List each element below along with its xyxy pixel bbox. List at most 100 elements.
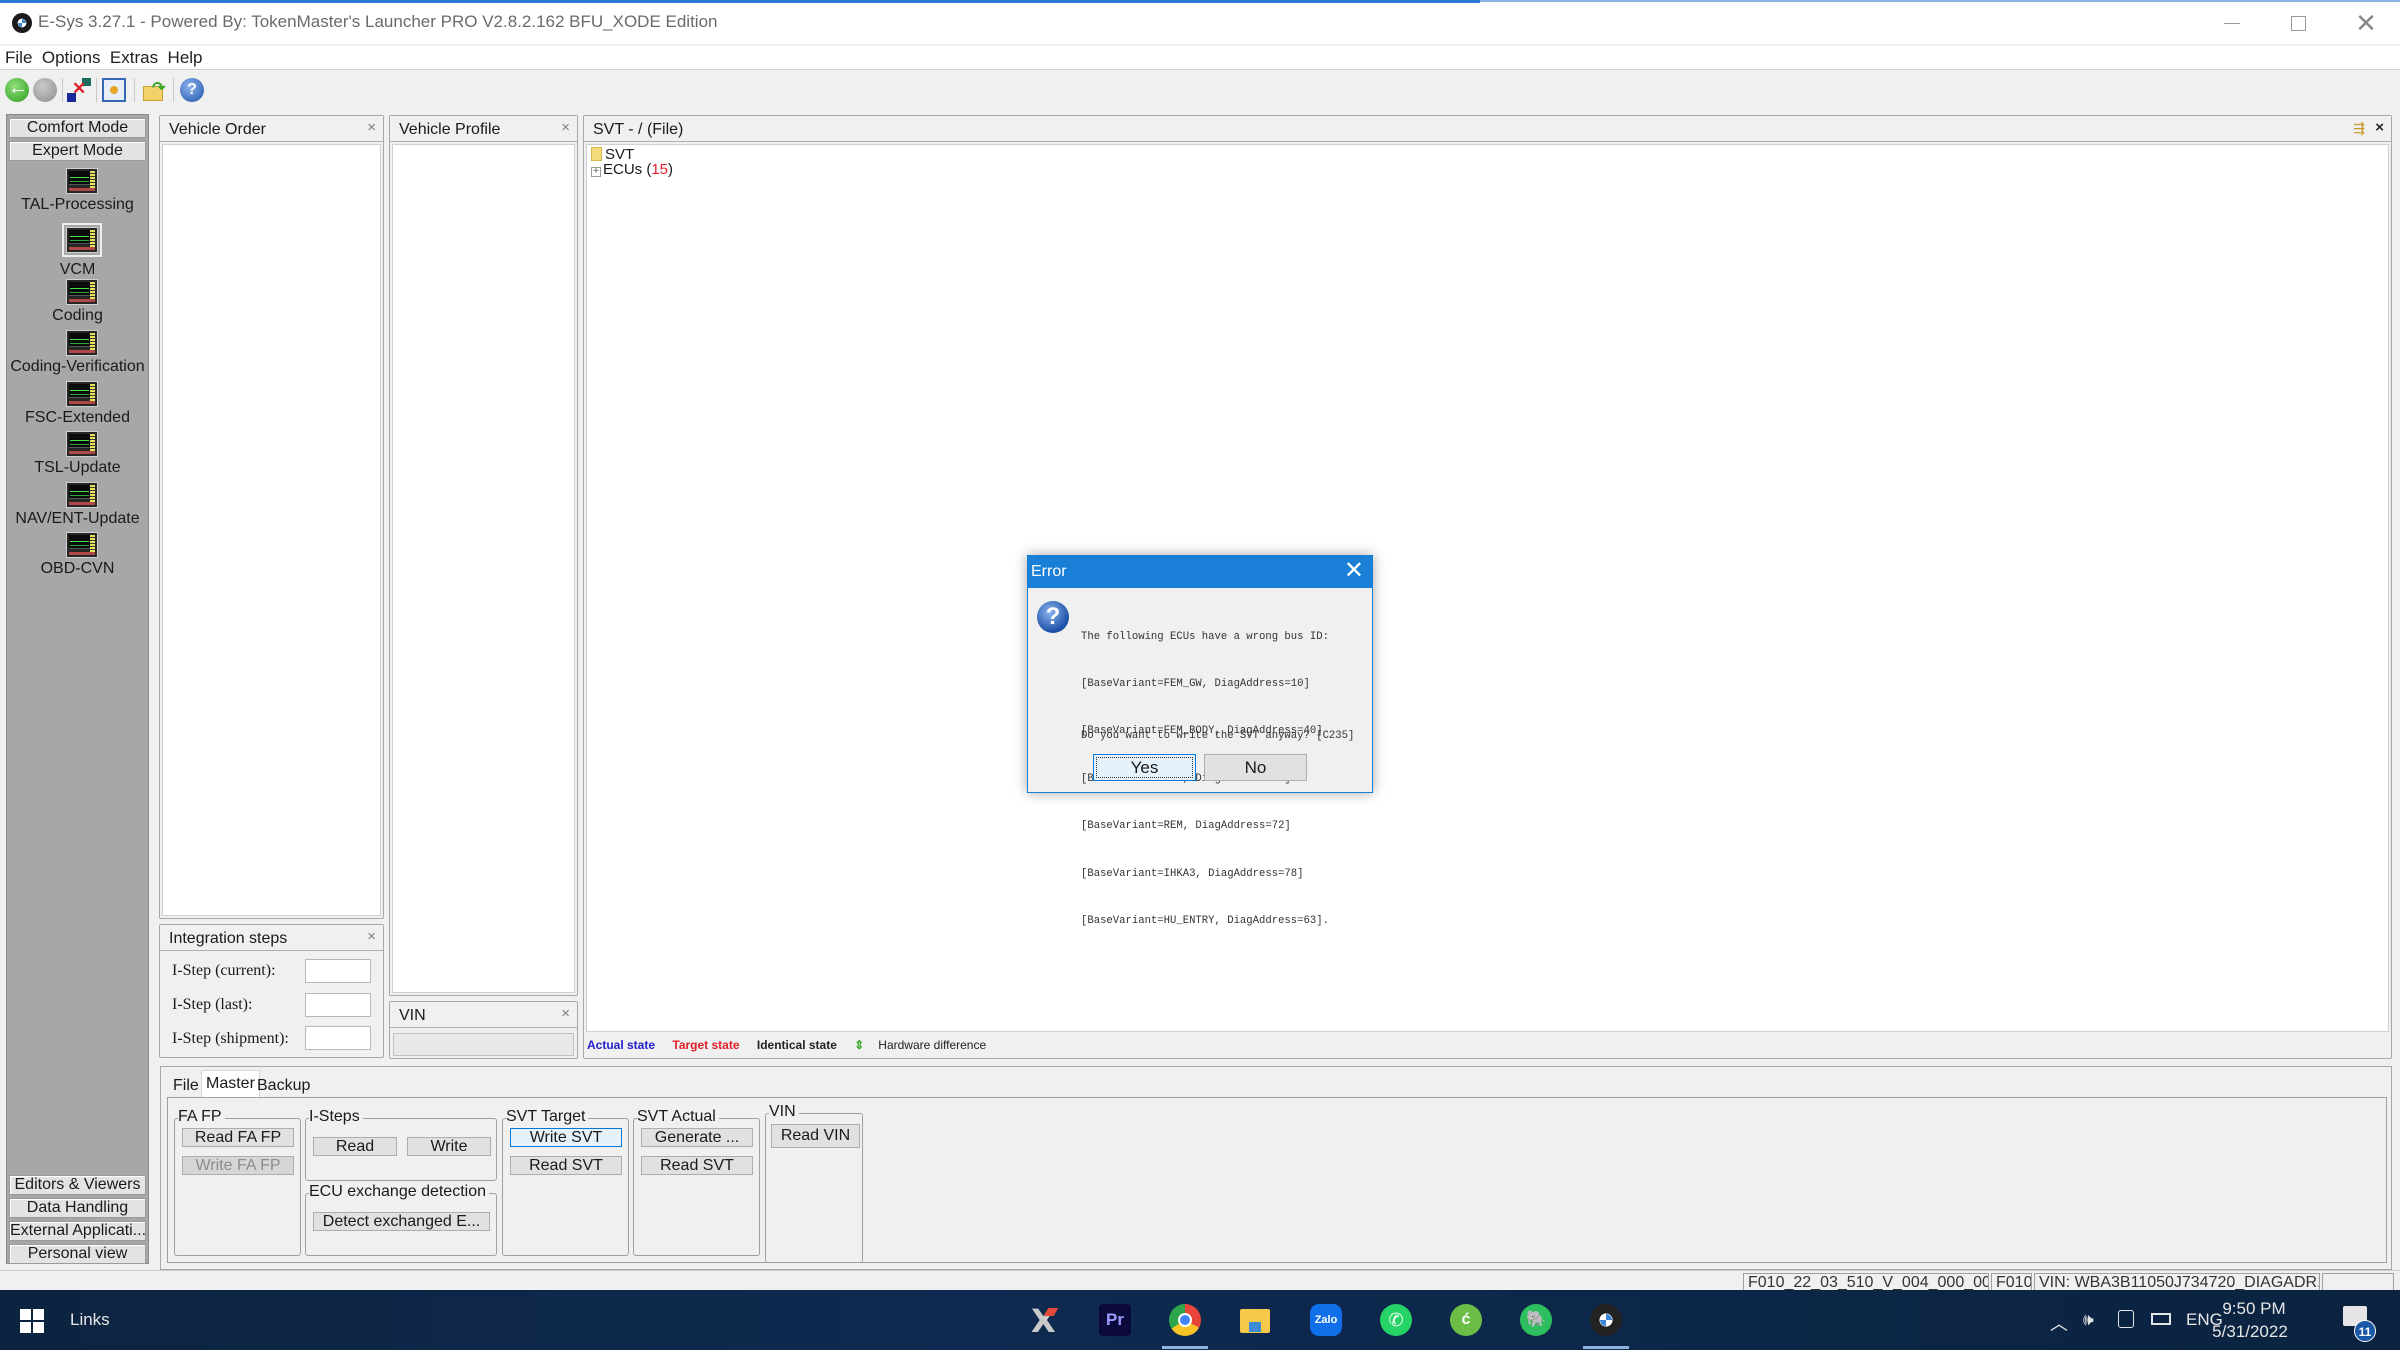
close-icon[interactable]: ×: [2375, 119, 2384, 136]
close-icon[interactable]: ×: [367, 928, 376, 945]
tray-overflow-icon[interactable]: ︿: [2050, 1310, 2068, 1336]
tree-item-ecus[interactable]: + ECUs (15): [591, 161, 673, 178]
write-fa-fp-button[interactable]: Write FA FP: [182, 1156, 294, 1175]
sidebar-item-coding[interactable]: Coding: [7, 279, 148, 329]
group-fa-fp: FA FP Read FA FP Write FA FP: [174, 1108, 301, 1256]
pin-icon[interactable]: ⇶: [2353, 120, 2365, 137]
generate-svt-button[interactable]: Generate ...: [641, 1128, 753, 1147]
evernote-icon[interactable]: 🐘: [1520, 1304, 1552, 1336]
menu-help[interactable]: Help: [163, 46, 203, 68]
open-folder-icon[interactable]: ↷: [142, 78, 166, 102]
personal-view-button[interactable]: Personal view: [9, 1244, 146, 1264]
premiere-pro-icon[interactable]: Pr: [1099, 1304, 1131, 1336]
expand-icon[interactable]: +: [591, 167, 601, 177]
close-icon[interactable]: ×: [561, 1005, 570, 1022]
clock-time[interactable]: 9:50 PM: [2204, 1299, 2304, 1319]
write-svt-button[interactable]: Write SVT: [510, 1128, 622, 1147]
battery-icon[interactable]: [2151, 1313, 2171, 1325]
i-steps-read-button[interactable]: Read: [313, 1137, 397, 1156]
monitor-icon: [66, 279, 98, 305]
close-icon[interactable]: ×: [561, 119, 570, 136]
istep-shipment-input[interactable]: [305, 1026, 371, 1050]
menu-file[interactable]: File: [0, 46, 32, 68]
detect-exchanged-ecus-button[interactable]: Detect exchanged E...: [313, 1212, 490, 1231]
clock-date[interactable]: 5/31/2022: [2200, 1322, 2300, 1342]
links-toolbar[interactable]: Links: [70, 1310, 110, 1330]
sidebar-item-vcm[interactable]: VCM: [7, 223, 148, 278]
status-extra: [2322, 1273, 2394, 1291]
menu-extras[interactable]: Extras: [105, 46, 158, 68]
folder-icon: [591, 147, 602, 161]
close-icon[interactable]: ✕: [1344, 558, 1364, 584]
window-title: E-Sys 3.27.1 - Powered By: TokenMaster's…: [38, 12, 718, 31]
read-svt-actual-button[interactable]: Read SVT: [641, 1156, 753, 1175]
bmw-esys-icon[interactable]: [1590, 1304, 1622, 1336]
no-button[interactable]: No: [1204, 754, 1307, 781]
svt-tree-view[interactable]: SVT + ECUs (15): [586, 144, 2389, 1032]
coc-coc-icon[interactable]: ć: [1450, 1304, 1482, 1336]
help-icon[interactable]: ?: [180, 78, 204, 102]
legend-actual-state: Actual state: [587, 1038, 656, 1052]
panel-header: Vehicle Profile ×: [390, 116, 577, 142]
close-icon[interactable]: ×: [367, 119, 376, 136]
comfort-mode-button[interactable]: Comfort Mode: [9, 118, 146, 138]
panel-title: Vehicle Order: [169, 121, 266, 138]
menu-bar: File Options Extras Help: [0, 46, 2400, 70]
sidebar-item-fsc-extended[interactable]: FSC-Extended: [7, 381, 148, 431]
windows-start-icon[interactable]: [20, 1309, 44, 1333]
istep-current-input[interactable]: [305, 959, 371, 983]
chrome-icon[interactable]: [1169, 1304, 1201, 1336]
status-series: F010: [1991, 1273, 2032, 1291]
close-window-button[interactable]: ✕: [2334, 6, 2398, 40]
panel-header: Integration steps ×: [160, 925, 383, 951]
vehicle-profile-content[interactable]: [392, 144, 575, 993]
external-applications-button[interactable]: External Applicati...: [9, 1221, 146, 1241]
sidebar-item-coding-verification[interactable]: Coding-Verification: [7, 330, 148, 380]
notification-count-badge: 11: [2354, 1320, 2376, 1342]
expert-mode-button[interactable]: Expert Mode: [9, 141, 146, 161]
sidebar-item-label: TSL-Update: [34, 459, 121, 476]
tab-file[interactable]: File: [169, 1073, 203, 1097]
whatsapp-icon[interactable]: ✆: [1380, 1304, 1412, 1336]
yes-button[interactable]: Yes: [1093, 754, 1196, 781]
tab-content-master: FA FP Read FA FP Write FA FP I-Steps Rea…: [167, 1097, 2387, 1263]
vin-field[interactable]: [393, 1033, 574, 1056]
zalo-icon[interactable]: Zalo: [1310, 1304, 1342, 1336]
sidebar-item-tal-processing[interactable]: TAL-Processing: [7, 168, 148, 218]
vehicle-order-content[interactable]: [162, 144, 381, 916]
editors-viewers-button[interactable]: Editors & Viewers: [9, 1175, 146, 1195]
camera-icon[interactable]: [2118, 1310, 2134, 1328]
tree-item-label: ECUs: [603, 161, 643, 178]
istep-last-input[interactable]: [305, 993, 371, 1017]
panel-header: SVT - / (File) ⇶ ×: [584, 116, 2391, 142]
maximize-button[interactable]: [2266, 6, 2330, 40]
tab-master[interactable]: Master: [201, 1070, 260, 1097]
group-title: SVT Actual: [637, 1108, 719, 1126]
data-handling-button[interactable]: Data Handling: [9, 1198, 146, 1218]
read-fa-fp-button[interactable]: Read FA FP: [182, 1128, 294, 1147]
forward-icon[interactable]: [33, 78, 57, 102]
back-icon[interactable]: [5, 77, 29, 102]
xmind-icon[interactable]: X: [1029, 1302, 1061, 1340]
group-svt-actual: SVT Actual Generate ... Read SVT: [633, 1108, 760, 1256]
minimize-button[interactable]: [2200, 6, 2264, 40]
volume-icon[interactable]: 🕪: [2083, 1310, 2094, 1330]
sidebar-item-label: FSC-Extended: [25, 409, 130, 426]
read-vin-button[interactable]: Read VIN: [771, 1124, 860, 1148]
chrome-active-indicator: [1162, 1346, 1208, 1349]
sidebar-item-obd-cvn[interactable]: OBD-CVN: [7, 532, 148, 582]
dialog-titlebar[interactable]: Error ✕: [1028, 556, 1372, 588]
sidebar-item-nav-ent-update[interactable]: NAV/ENT-Update: [7, 482, 148, 532]
sidebar-item-tsl-update[interactable]: TSL-Update: [7, 431, 148, 481]
connect-icon[interactable]: ✕: [67, 78, 91, 102]
tab-backup[interactable]: Backup: [253, 1073, 314, 1097]
menu-options[interactable]: Options: [37, 46, 101, 68]
i-steps-write-button[interactable]: Write: [407, 1137, 491, 1156]
read-svt-target-button[interactable]: Read SVT: [510, 1156, 622, 1175]
message-line: [BaseVariant=REM, DiagAddress=72]: [1081, 820, 1291, 833]
sidebar-item-label: OBD-CVN: [40, 560, 115, 577]
file-explorer-icon[interactable]: [1239, 1304, 1271, 1336]
sidebar-item-label: TAL-Processing: [21, 196, 134, 213]
group-title: ECU exchange detection: [309, 1183, 489, 1201]
window-icon[interactable]: [102, 78, 126, 102]
